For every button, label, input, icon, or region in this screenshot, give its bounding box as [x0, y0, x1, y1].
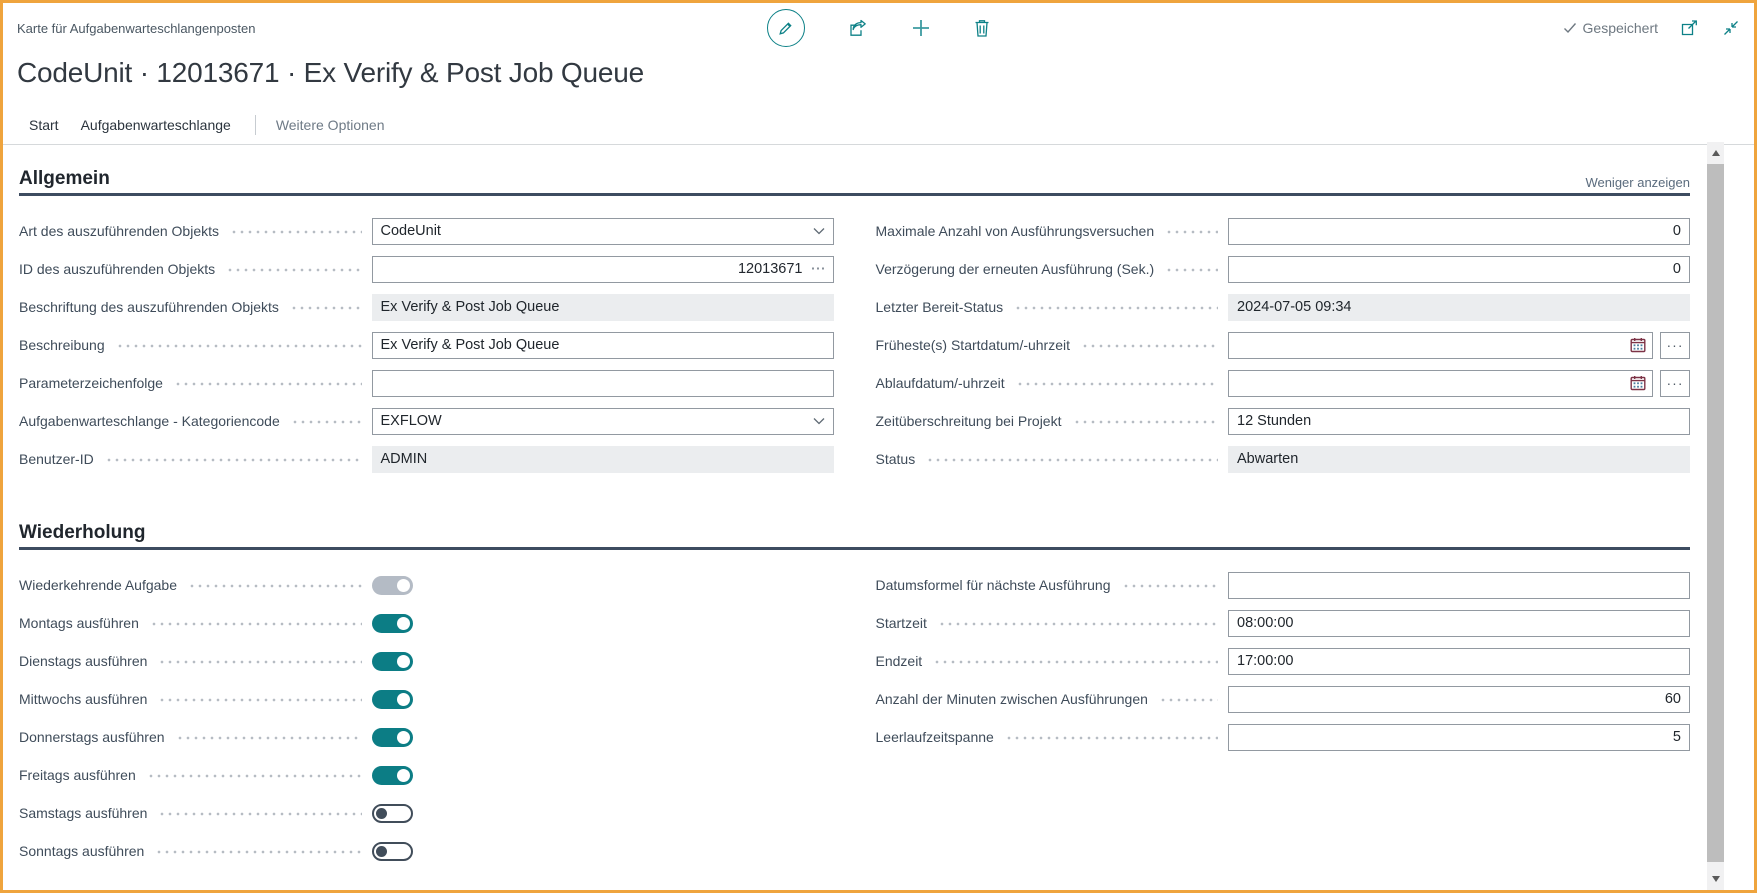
next-run-date-formula-field: Datumsformel für nächste Ausführung — [876, 566, 1690, 604]
run-wednesday-toggle[interactable] — [371, 689, 413, 709]
general-section-header: Allgemein Weniger anzeigen — [19, 164, 1690, 190]
ending-time-input[interactable] — [1228, 647, 1690, 675]
next-run-date-formula-input[interactable] — [1228, 571, 1690, 599]
inactivity-timeout-input[interactable] — [1228, 723, 1690, 751]
starting-time-input[interactable] — [1228, 609, 1690, 637]
share-icon[interactable] — [847, 18, 869, 38]
saved-status: Gespeichert — [1563, 20, 1658, 36]
starting-time-field: Startzeit — [876, 604, 1690, 642]
run-saturday-toggle[interactable] — [371, 803, 413, 823]
run-thursday-toggle[interactable] — [371, 727, 413, 747]
menu-item-more-options[interactable]: Weitere Optionen — [276, 117, 385, 133]
general-section-title: Allgemein — [19, 168, 110, 189]
card-content: Allgemein Weniger anzeigen Art des auszu… — [3, 164, 1754, 870]
general-left-column: Art des auszuführenden Objekts ID des au… — [19, 212, 834, 478]
earliest-start-field: Früheste(s) Startdatum/-uhrzeit ··· — [876, 326, 1690, 364]
status-field: Status Abwarten — [876, 440, 1690, 478]
parameter-string-input[interactable] — [371, 369, 834, 397]
breadcrumb[interactable]: Karte für Aufgabenwarteschlangenposten — [17, 21, 256, 36]
object-caption-value: Ex Verify & Post Job Queue — [371, 293, 834, 321]
run-tuesday-toggle[interactable] — [371, 651, 413, 671]
check-icon — [1563, 23, 1576, 34]
scrollbar-thumb[interactable] — [1707, 164, 1724, 862]
calendar-icon[interactable] — [1630, 375, 1646, 391]
delete-trash-icon[interactable] — [973, 18, 991, 38]
object-id-field: ID des auszuführenden Objekts 12013671 ⋯ — [19, 250, 834, 288]
saved-label: Gespeichert — [1582, 20, 1658, 36]
minutes-between-runs-input[interactable] — [1228, 685, 1690, 713]
recurring-job-toggle — [371, 575, 413, 595]
menu-item-job-queue[interactable]: Aufgabenwarteschlange — [81, 117, 231, 133]
scrollbar-down-arrow[interactable] — [1707, 870, 1724, 887]
object-caption-field: Beschriftung des auszuführenden Objekts … — [19, 288, 834, 326]
user-id-value: ADMIN — [371, 445, 834, 473]
minutes-between-runs-field: Anzahl der Minuten zwischen Ausführungen — [876, 680, 1690, 718]
job-timeout-input[interactable] — [1228, 407, 1690, 435]
vertical-scrollbar[interactable] — [1707, 142, 1724, 890]
menu-bar: Start Aufgabenwarteschlange Weitere Opti… — [3, 105, 1754, 145]
run-sunday-field: Sonntags ausführen — [19, 832, 834, 870]
assist-edit-button[interactable]: ··· — [1660, 369, 1690, 397]
top-bar: Karte für Aufgabenwarteschlangenposten G… — [3, 3, 1754, 53]
parameter-string-field: Parameterzeichenfolge — [19, 364, 834, 402]
run-saturday-field: Samstags ausführen — [19, 794, 834, 832]
user-id-field: Benutzer-ID ADMIN — [19, 440, 834, 478]
recurrence-section-header: Wiederholung — [19, 518, 1690, 544]
recurrence-right-column: Datumsformel für nächste Ausführung Star… — [876, 566, 1690, 870]
action-icon-group — [766, 3, 991, 53]
menu-item-start[interactable]: Start — [29, 117, 59, 133]
new-plus-icon[interactable] — [911, 18, 931, 38]
max-attempts-field: Maximale Anzahl von Ausführungsversuchen — [876, 212, 1690, 250]
object-type-input[interactable] — [371, 217, 834, 245]
inactivity-timeout-field: Leerlaufzeitspanne — [876, 718, 1690, 756]
description-field: Beschreibung — [19, 326, 834, 364]
job-timeout-field: Zeitüberschreitung bei Projekt — [876, 402, 1690, 440]
recurrence-section-underline — [19, 547, 1690, 550]
run-sunday-toggle[interactable] — [371, 841, 413, 861]
collapse-icon[interactable] — [1722, 19, 1740, 37]
expiration-input[interactable] — [1228, 369, 1653, 397]
run-monday-field: Montags ausführen — [19, 604, 834, 642]
job-queue-category-field: Aufgabenwarteschlange - Kategoriencode — [19, 402, 834, 440]
recurrence-fields: Wiederkehrende Aufgabe Montags ausführen… — [19, 566, 1690, 870]
open-in-new-window-icon[interactable] — [1680, 19, 1700, 37]
show-less-link[interactable]: Weniger anzeigen — [1585, 175, 1690, 190]
earliest-start-input[interactable] — [1228, 331, 1653, 359]
run-friday-field: Freitags ausführen — [19, 756, 834, 794]
max-attempts-input[interactable] — [1228, 217, 1690, 245]
menu-divider — [254, 114, 256, 135]
recurring-job-field: Wiederkehrende Aufgabe — [19, 566, 834, 604]
general-fields: Art des auszuführenden Objekts ID des au… — [19, 212, 1690, 478]
ending-time-field: Endzeit — [876, 642, 1690, 680]
save-status-group: Gespeichert — [1563, 19, 1740, 37]
run-thursday-field: Donnerstags ausführen — [19, 718, 834, 756]
recurrence-section-title: Wiederholung — [19, 522, 146, 543]
job-queue-category-input[interactable] — [371, 407, 834, 435]
page-title: CodeUnit · 12013671 · Ex Verify & Post J… — [17, 57, 644, 88]
job-queue-entry-card-window: Karte für Aufgabenwarteschlangenposten G… — [0, 0, 1757, 893]
run-wednesday-field: Mittwochs ausführen — [19, 680, 834, 718]
last-ready-state-value: 2024-07-05 09:34 — [1228, 293, 1690, 321]
calendar-icon[interactable] — [1630, 337, 1646, 353]
object-id-input[interactable]: 12013671 ⋯ — [371, 255, 834, 283]
edit-pencil-icon[interactable] — [766, 9, 805, 47]
object-type-field: Art des auszuführenden Objekts — [19, 212, 834, 250]
general-right-column: Maximale Anzahl von Ausführungsversuchen… — [876, 212, 1690, 478]
expiration-field: Ablaufdatum/-uhrzeit ··· — [876, 364, 1690, 402]
assist-edit-button[interactable]: ··· — [1660, 331, 1690, 359]
run-tuesday-field: Dienstags ausführen — [19, 642, 834, 680]
rerun-delay-field: Verzögerung der erneuten Ausführung (Sek… — [876, 250, 1690, 288]
status-value: Abwarten — [1228, 445, 1690, 473]
last-ready-state-field: Letzter Bereit-Status 2024-07-05 09:34 — [876, 288, 1690, 326]
rerun-delay-input[interactable] — [1228, 255, 1690, 283]
description-input[interactable] — [371, 331, 834, 359]
run-friday-toggle[interactable] — [371, 765, 413, 785]
scrollbar-up-arrow[interactable] — [1707, 144, 1724, 161]
recurrence-left-column: Wiederkehrende Aufgabe Montags ausführen… — [19, 566, 834, 870]
general-section-underline — [19, 193, 1690, 196]
run-monday-toggle[interactable] — [371, 613, 413, 633]
assist-edit-ellipsis-icon[interactable]: ⋯ — [811, 261, 826, 276]
